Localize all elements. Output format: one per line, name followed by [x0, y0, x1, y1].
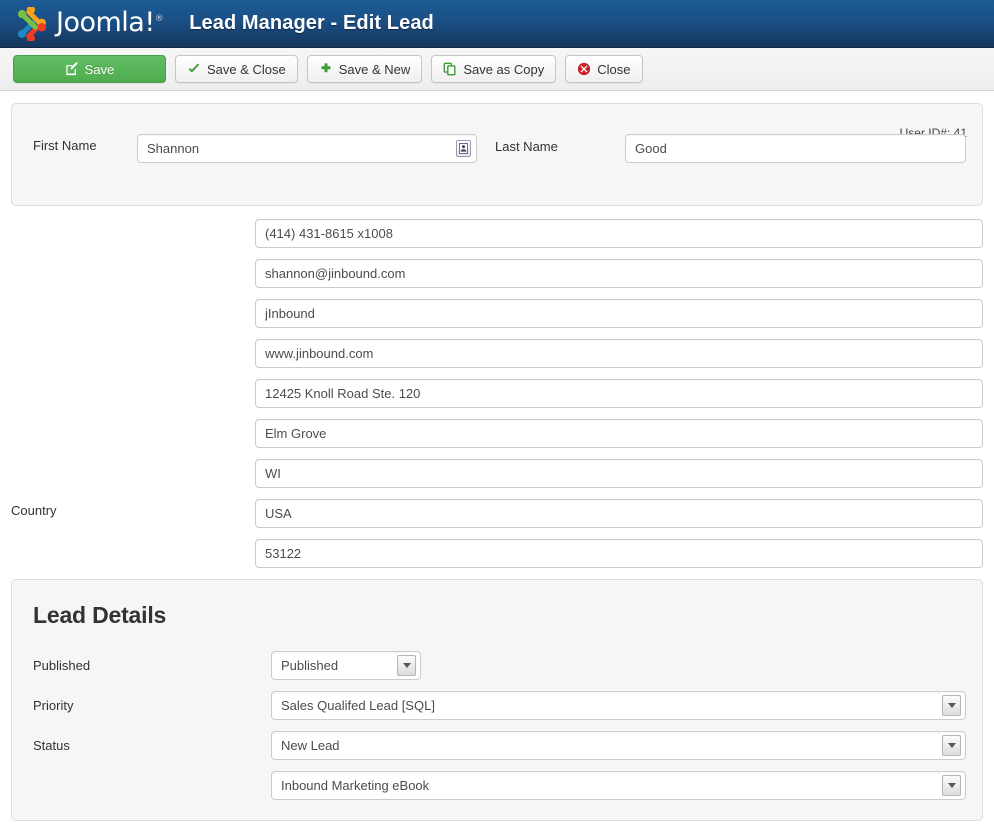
postal-code-input[interactable]	[255, 539, 983, 568]
company-input[interactable]	[255, 299, 983, 328]
contact-field-row	[255, 299, 983, 328]
page-title: Lead Manager - Edit Lead	[189, 12, 434, 34]
detail-row: Published Published	[12, 651, 982, 680]
website-input[interactable]	[255, 339, 983, 368]
joomla-wordmark: Joomla!®	[56, 7, 164, 38]
detail-row: Priority Sales Qualifed Lead [SQL]	[12, 691, 982, 720]
chevron-down-icon[interactable]	[942, 775, 961, 796]
detail-row: Inbound Marketing eBook	[12, 771, 982, 800]
campaign-select-value: Inbound Marketing eBook	[281, 778, 430, 793]
city-input[interactable]	[255, 419, 983, 448]
last-name-label: Last Name	[495, 139, 558, 154]
contact-field-row	[255, 339, 983, 368]
save-and-new-button[interactable]: Save & New	[306, 55, 423, 83]
country-label: Country	[11, 503, 57, 518]
email-input[interactable]	[255, 259, 983, 288]
published-select-value: Published	[281, 658, 339, 673]
joomla-logo: Joomla!®	[14, 6, 164, 41]
caret-glyph	[947, 703, 956, 708]
last-name-field-wrap	[625, 134, 966, 163]
state-input[interactable]	[255, 459, 983, 488]
status-select[interactable]: New Lead	[271, 731, 966, 760]
close-button-label: Close	[597, 61, 631, 77]
campaign-select[interactable]: Inbound Marketing eBook	[271, 771, 966, 800]
plus-icon	[321, 63, 331, 73]
caret-glyph	[947, 743, 956, 748]
contact-field-row	[255, 379, 983, 408]
name-row: First Name Last Name	[12, 134, 982, 163]
caret-glyph	[402, 663, 411, 668]
chevron-down-icon[interactable]	[942, 695, 961, 716]
save-as-copy-button[interactable]: Save as Copy	[431, 55, 557, 83]
contact-fields-stack: Country	[0, 219, 994, 568]
published-label: Published	[33, 658, 91, 673]
status-label: Status	[33, 738, 70, 753]
registered-mark: ®	[154, 14, 164, 24]
check-icon	[188, 63, 200, 73]
joomla-pinwheel-icon	[18, 6, 46, 41]
detail-row: Status New Lead	[12, 731, 982, 760]
app-header: Joomla!® Lead Manager - Edit Lead	[0, 0, 994, 48]
lead-details-rows: Published Published Priority Sales Qualifed…	[12, 651, 982, 800]
close-button[interactable]: Close	[565, 55, 643, 83]
save-as-copy-label: Save as Copy	[463, 61, 545, 77]
first-name-input[interactable]	[137, 134, 477, 163]
priority-select-value: Sales Qualifed Lead [SQL]	[281, 698, 435, 713]
address-input[interactable]	[255, 379, 983, 408]
contact-field-row	[255, 259, 983, 288]
contact-card-icon	[459, 143, 468, 154]
chevron-down-icon[interactable]	[397, 655, 416, 676]
contact-field-row: Country	[11, 499, 983, 528]
contact-field-row	[255, 459, 983, 488]
save-and-close-label: Save & Close	[207, 61, 286, 77]
priority-label: Priority	[33, 698, 74, 713]
chevron-down-icon[interactable]	[942, 735, 961, 756]
save-button[interactable]: Save	[13, 55, 166, 83]
lead-details-panel: Lead Details Published Published Priority S…	[11, 579, 983, 821]
save-button-label: Save	[84, 61, 115, 77]
caret-glyph	[947, 783, 956, 788]
save-and-close-button[interactable]: Save & Close	[175, 55, 298, 83]
last-name-input[interactable]	[625, 134, 966, 163]
priority-select[interactable]: Sales Qualifed Lead [SQL]	[271, 691, 966, 720]
copy-icon	[443, 62, 456, 76]
lead-details-heading: Lead Details	[33, 602, 167, 628]
published-select[interactable]: Published	[271, 651, 421, 680]
first-name-label: First Name	[33, 138, 97, 153]
close-icon	[578, 62, 591, 76]
phone-input[interactable]	[255, 219, 983, 248]
status-select-value: New Lead	[281, 738, 340, 753]
contact-field-row	[255, 419, 983, 448]
contact-field-row	[255, 219, 983, 248]
first-name-field-wrap	[137, 134, 477, 163]
country-input[interactable]	[255, 499, 983, 528]
lead-name-panel: User ID#: 41 First Name Last Name	[11, 103, 983, 206]
user-picker-icon[interactable]	[456, 140, 471, 157]
edit-icon	[65, 62, 78, 76]
contact-field-row	[255, 539, 983, 568]
toolbar: Save Save & Close Save & New Save as Cop…	[0, 48, 994, 91]
save-and-new-label: Save & New	[338, 61, 411, 77]
